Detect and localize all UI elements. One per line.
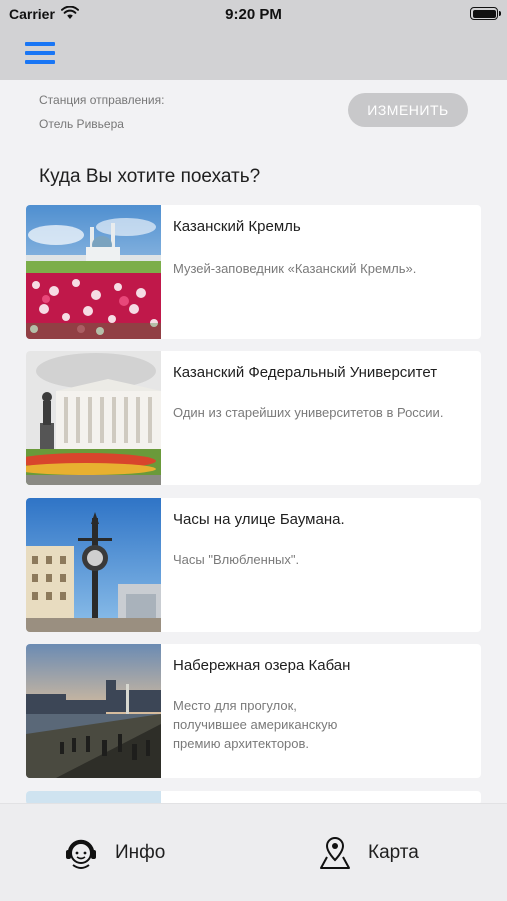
destination-description: Один из старейших университетов в России… <box>173 405 444 420</box>
destination-title: Часы на улице Баумана. <box>173 511 345 528</box>
section-title: Куда Вы хотите поехать? <box>39 166 261 187</box>
tab-map-label: Карта <box>368 842 419 863</box>
university-photo <box>26 351 161 485</box>
destination-card-kremlin[interactable]: Казанский Кремль Музей-заповедник «Казан… <box>26 205 481 339</box>
departure-station-label: Станция отправления: <box>39 93 165 107</box>
departure-station-value: Отель Ривьера <box>39 117 124 131</box>
tab-info-label: Инфо <box>115 842 166 863</box>
destination-card-embankment[interactable]: Набережная озера Кабан Место для прогуло… <box>26 644 481 778</box>
bottom-tab-bar: Инфо Карта <box>0 803 507 901</box>
destination-card-university[interactable]: Казанский Федеральный Университет Один и… <box>26 351 481 485</box>
kremlin-photo <box>26 205 161 339</box>
destination-description: Место для прогулок, получившее американс… <box>173 698 338 751</box>
destination-title: Казанский Кремль <box>173 218 301 235</box>
tab-info[interactable]: Инфо <box>64 804 204 901</box>
embankment-photo <box>26 644 161 778</box>
destination-title: Набережная озера Кабан <box>173 657 351 674</box>
battery-icon <box>470 7 501 20</box>
tab-map[interactable]: Карта <box>318 804 458 901</box>
destination-title: Казанский Федеральный Университет <box>173 364 438 381</box>
headset-support-icon <box>66 839 96 869</box>
map-pin-icon <box>320 836 350 869</box>
destination-card-clock[interactable]: Часы на улице Баумана. Часы "Влюбленных"… <box>26 498 481 632</box>
hamburger-menu-icon[interactable] <box>25 42 55 64</box>
status-bar: Carrier 9:20 PM <box>0 0 507 30</box>
destination-description: Часы "Влюбленных". <box>173 552 300 567</box>
clock-photo <box>26 498 161 632</box>
status-time: 9:20 PM <box>225 6 282 23</box>
navigation-bar <box>0 30 507 80</box>
change-station-button[interactable]: ИЗМЕНИТЬ <box>348 93 468 127</box>
destination-description: Музей-заповедник «Казанский Кремль». <box>173 261 417 276</box>
